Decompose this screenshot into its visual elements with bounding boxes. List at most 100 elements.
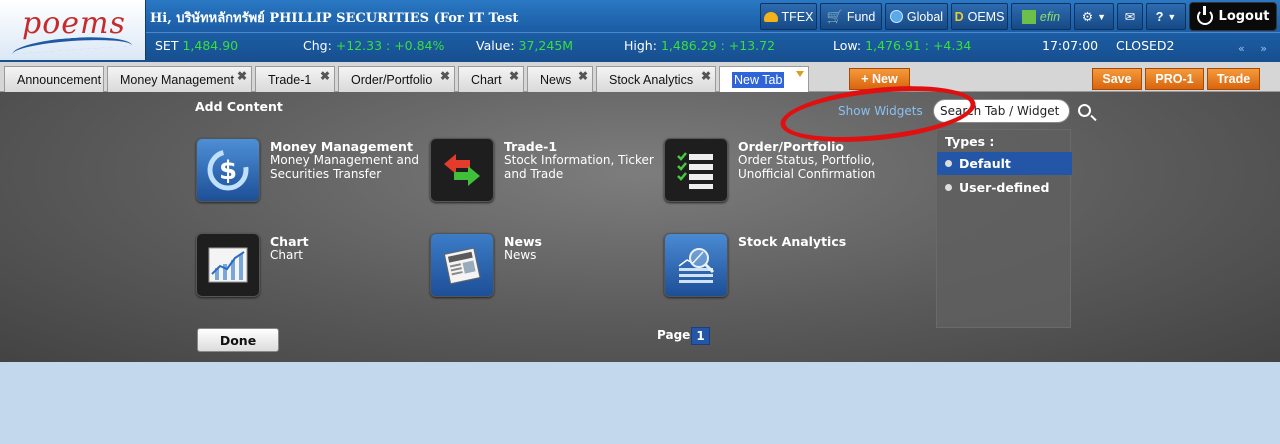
set-index: SET 1,484.90 xyxy=(155,38,238,53)
fund-label: Fund xyxy=(846,9,876,24)
tab-label: Stock Analytics xyxy=(609,72,694,87)
tab-money-management[interactable]: Money Management ✖ xyxy=(107,66,252,92)
widget-description: Money Management and Securities Transfer xyxy=(270,153,420,181)
global-button[interactable]: Global xyxy=(885,3,948,30)
bullet-icon xyxy=(945,160,952,167)
tfex-icon xyxy=(763,11,778,22)
tab-label: Trade-1 xyxy=(268,72,312,87)
tab-stock-analytics[interactable]: Stock Analytics ✖ xyxy=(596,66,716,92)
value-label: Value: xyxy=(476,38,515,53)
tab-trade-1[interactable]: Trade-1 ✖ xyxy=(255,66,335,92)
fund-button[interactable]: 🛒 Fund xyxy=(820,3,882,30)
user-greeting: Hi, บริษัทหลักทรัพย์ PHILLIP SECURITIES … xyxy=(150,11,519,26)
order-checklist-icon[interactable] xyxy=(664,138,728,202)
tfex-button[interactable]: TFEX xyxy=(760,3,817,30)
tab-news[interactable]: News ✖ xyxy=(527,66,593,92)
tab-order-portfolio[interactable]: Order/Portfolio ✖ xyxy=(338,66,455,92)
oems-icon: D xyxy=(954,9,964,24)
newspaper-icon[interactable] xyxy=(430,233,494,297)
oems-label: OEMS xyxy=(967,9,1005,24)
type-default[interactable]: Default xyxy=(937,152,1072,175)
settings-icon: ⚙ xyxy=(1081,10,1094,24)
set-label: SET xyxy=(155,38,179,53)
high-readout: High: 1,486.29 : +13.72 xyxy=(624,38,775,53)
ticker-nav-arrows[interactable]: « » xyxy=(1238,42,1273,55)
tab-label: New Tab xyxy=(732,71,785,88)
tab-announcement[interactable]: Announcement xyxy=(4,66,104,92)
market-status: CLOSED2 xyxy=(1116,38,1175,53)
top-header: poems Hi, บริษัทหลักทรัพย์ PHILLIP SECUR… xyxy=(0,0,1280,62)
add-content-panel: Add Content Show Widgets Types : Default… xyxy=(0,77,1280,362)
widget-title: Order/Portfolio xyxy=(738,139,845,154)
save-button[interactable]: Save xyxy=(1092,68,1142,90)
oems-button[interactable]: D OEMS xyxy=(951,3,1008,30)
settings-caret: ▼ xyxy=(1097,11,1107,22)
global-label: Global xyxy=(906,9,944,24)
logout-label: Logout xyxy=(1218,9,1270,24)
widget-description: Order Status, Portfolio, Unofficial Conf… xyxy=(738,153,876,181)
close-icon[interactable]: ✖ xyxy=(509,69,519,83)
efin-button[interactable]: efin xyxy=(1011,3,1071,30)
type-label: User-defined xyxy=(959,180,1050,195)
close-icon[interactable]: ✖ xyxy=(578,69,588,83)
bullet-icon xyxy=(945,184,952,191)
efin-icon xyxy=(1021,9,1036,24)
search-icon[interactable] xyxy=(1078,104,1091,117)
page-label: Page: xyxy=(657,328,696,342)
efin-label: efin xyxy=(1039,9,1061,24)
widget-description: News xyxy=(504,248,537,262)
pro-1-button[interactable]: PRO-1 xyxy=(1145,68,1204,90)
tab-label: Announcement xyxy=(17,72,102,87)
page-number-button[interactable]: 1 xyxy=(691,327,710,345)
cart-icon: 🛒 xyxy=(826,8,843,24)
close-icon[interactable]: ✖ xyxy=(320,69,330,83)
market-time: 17:07:00 xyxy=(1042,38,1099,53)
value-value: 37,245M xyxy=(518,38,574,53)
low-readout: Low: 1,476.91 : +4.34 xyxy=(833,38,971,53)
high-label: High: xyxy=(624,38,657,53)
type-label: Default xyxy=(959,156,1011,171)
done-button[interactable]: Done xyxy=(197,328,279,352)
globe-icon xyxy=(889,10,903,23)
close-icon[interactable]: ✖ xyxy=(237,69,247,83)
low-value: 1,476.91 : +4.34 xyxy=(865,38,972,53)
tfex-label: TFEX xyxy=(781,9,814,24)
types-title: Types : xyxy=(945,134,995,149)
widget-title: Chart xyxy=(270,234,309,249)
help-icon: ? xyxy=(1155,9,1164,24)
low-label: Low: xyxy=(833,38,862,53)
chart-icon[interactable] xyxy=(196,233,260,297)
mail-icon: ✉ xyxy=(1124,10,1136,24)
tab-label: Chart xyxy=(471,72,502,87)
header-divider xyxy=(146,32,1280,33)
close-icon[interactable]: ✖ xyxy=(701,69,711,83)
widget-description: Stock Information, Ticker and Trade xyxy=(504,153,654,181)
widget-title: Trade-1 xyxy=(504,139,558,154)
logo-text: poems xyxy=(22,6,126,41)
close-icon[interactable]: ✖ xyxy=(440,69,450,83)
chg-value: +12.33 : +0.84% xyxy=(335,38,445,53)
trade-arrows-icon[interactable] xyxy=(430,138,494,202)
tab-new-tab[interactable]: New Tab xyxy=(719,66,809,92)
value-readout: Value: 37,245M xyxy=(476,38,573,53)
tab-chart[interactable]: Chart ✖ xyxy=(458,66,524,92)
settings-button[interactable]: ⚙ ▼ xyxy=(1074,3,1114,30)
widget-title: Stock Analytics xyxy=(738,234,847,249)
tab-label: Money Management xyxy=(120,72,234,87)
panel-title: Add Content xyxy=(195,99,283,114)
power-icon xyxy=(1196,5,1213,25)
help-caret: ▼ xyxy=(1167,11,1177,22)
chevron-down-icon[interactable] xyxy=(796,71,804,77)
poems-logo[interactable]: poems xyxy=(0,0,146,60)
logout-button[interactable]: Logout xyxy=(1189,2,1277,31)
chg-label: Chg: xyxy=(303,38,332,53)
stock-analytics-icon[interactable] xyxy=(664,233,728,297)
help-button[interactable]: ? ▼ xyxy=(1146,3,1186,30)
type-user-defined[interactable]: User-defined xyxy=(937,176,1072,199)
mail-button[interactable]: ✉ xyxy=(1117,3,1143,30)
trade-button[interactable]: Trade xyxy=(1207,68,1260,90)
set-value: 1,484.90 xyxy=(182,38,239,53)
money-management-icon[interactable]: $ xyxy=(196,138,260,202)
svg-text:$: $ xyxy=(219,156,237,186)
tab-bar: Announcement Money Management ✖ Trade-1 … xyxy=(0,62,1280,92)
